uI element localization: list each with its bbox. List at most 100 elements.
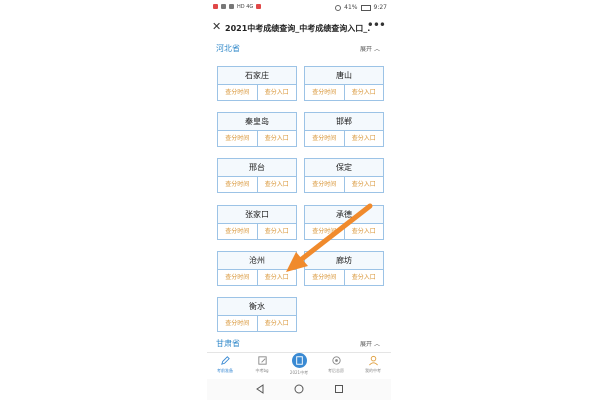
province-name: 甘肃省 — [216, 339, 240, 348]
more-options-icon[interactable]: ••• — [367, 18, 386, 32]
city-card: 邯郸 查分时间 查分入口 — [304, 112, 384, 147]
city-name: 沧州 — [218, 252, 296, 270]
card-actions: 查分时间 查分入口 — [218, 131, 296, 147]
score-time-link[interactable]: 查分时间 — [218, 224, 257, 240]
city-name: 邯郸 — [305, 113, 383, 131]
expand-label: 展开 — [360, 341, 373, 348]
battery-icon — [360, 4, 371, 11]
edit-icon — [257, 356, 267, 365]
city-card: 廊坊 查分时间 查分入口 — [304, 251, 384, 286]
nav-label: 考前准备 — [217, 368, 233, 373]
expand-label: 展开 — [360, 46, 373, 53]
nav-label: 考后志愿 — [328, 368, 344, 373]
nav-item-prep[interactable]: 考前准备 — [207, 355, 243, 374]
city-card: 张家口 查分时间 查分入口 — [217, 205, 297, 240]
city-card: 唐山 查分时间 查分入口 — [304, 66, 384, 101]
nav-item-mine[interactable]: 我的中考 — [355, 355, 391, 374]
status-bar: HD 4G 41% 9:27 — [207, 0, 391, 14]
city-card: 保定 查分时间 查分入口 — [304, 158, 384, 193]
city-card: 石家庄 查分时间 查分入口 — [217, 66, 297, 101]
nav-label: 中考bg — [255, 368, 269, 373]
card-actions: 查分时间 查分入口 — [305, 270, 383, 286]
score-time-link[interactable]: 查分时间 — [305, 224, 344, 240]
nav-label: 2021中考 — [289, 370, 309, 375]
card-actions: 查分时间 查分入口 — [218, 270, 296, 286]
city-name: 承德 — [305, 206, 383, 224]
back-icon[interactable] — [255, 384, 265, 394]
city-card: 衡水 查分时间 查分入口 — [217, 297, 297, 332]
alarm-icon — [335, 4, 342, 11]
city-name: 廊坊 — [305, 252, 383, 270]
person-icon — [368, 355, 378, 366]
score-entry-link[interactable]: 查分入口 — [256, 224, 297, 240]
clock: 9:27 — [373, 4, 387, 11]
page-title: 2021中考成绩查询_中考成绩查询入口_... — [225, 24, 370, 33]
score-entry-link[interactable]: 查分入口 — [343, 131, 384, 147]
title-bar: ✕ 2021中考成绩查询_中考成绩查询入口_... ••• — [207, 16, 391, 38]
gear-icon — [331, 356, 341, 365]
home-icon[interactable] — [294, 384, 304, 394]
card-actions: 查分时间 查分入口 — [305, 224, 383, 240]
score-entry-link[interactable]: 查分入口 — [256, 316, 297, 332]
score-time-link[interactable]: 查分时间 — [305, 177, 344, 193]
score-time-link[interactable]: 查分时间 — [218, 131, 257, 147]
signal-icon — [221, 4, 226, 9]
score-entry-link[interactable]: 查分入口 — [343, 224, 384, 240]
recents-icon[interactable] — [334, 384, 344, 394]
card-actions: 查分时间 查分入口 — [218, 85, 296, 101]
city-name: 唐山 — [305, 67, 383, 85]
card-actions: 查分时间 查分入口 — [305, 177, 383, 193]
status-left: HD 4G — [213, 4, 262, 10]
score-time-link[interactable]: 查分时间 — [305, 85, 344, 101]
app-notification-icon — [256, 4, 262, 9]
nav-item-2021[interactable]: 2021中考 — [281, 353, 317, 376]
city-name: 秦皇岛 — [218, 113, 296, 131]
score-entry-link[interactable]: 查分入口 — [343, 270, 384, 286]
city-name: 石家庄 — [218, 67, 296, 85]
expand-toggle[interactable]: 展开 ︿ — [360, 339, 380, 348]
battery-percent: 41% — [344, 4, 358, 11]
score-entry-link[interactable]: 查分入口 — [256, 85, 297, 101]
pencil-icon — [220, 356, 230, 365]
phone-screen: HD 4G 41% 9:27 ✕ 2021中考成绩查询_中考成绩查询入口_...… — [207, 0, 391, 400]
score-time-link[interactable]: 查分时间 — [218, 316, 257, 332]
card-actions: 查分时间 查分入口 — [218, 224, 296, 240]
nav-item-after[interactable]: 考后志愿 — [318, 355, 354, 374]
score-time-link[interactable]: 查分时间 — [218, 177, 257, 193]
city-name: 保定 — [305, 159, 383, 177]
score-time-link[interactable]: 查分时间 — [305, 131, 344, 147]
wifi-icon — [229, 4, 234, 9]
chevron-up-icon: ︿ — [373, 46, 380, 53]
status-right: 41% 9:27 — [335, 4, 387, 11]
system-nav-bar — [207, 379, 391, 400]
city-card: 承德 查分时间 查分入口 — [304, 205, 384, 240]
close-icon[interactable]: ✕ — [212, 20, 221, 33]
card-actions: 查分时间 查分入口 — [218, 316, 296, 332]
score-entry-link[interactable]: 查分入口 — [343, 85, 384, 101]
province-name: 河北省 — [216, 44, 240, 53]
card-actions: 查分时间 查分入口 — [218, 177, 296, 193]
card-actions: 查分时间 查分入口 — [305, 131, 383, 147]
chevron-up-icon: ︿ — [373, 341, 380, 348]
score-entry-link[interactable]: 查分入口 — [256, 131, 297, 147]
score-time-link[interactable]: 查分时间 — [218, 85, 257, 101]
province-header-gansu: 甘肃省 展开 ︿ — [216, 338, 386, 350]
score-entry-link[interactable]: 查分入口 — [256, 270, 297, 286]
score-entry-link[interactable]: 查分入口 — [256, 177, 297, 193]
city-name: 邢台 — [218, 159, 296, 177]
city-card: 沧州 查分时间 查分入口 — [217, 251, 297, 286]
bottom-nav: 考前准备 中考bg 2021中考 考后志愿 我的中考 — [207, 352, 391, 379]
province-header-hebei: 河北省 展开 ︿ — [216, 43, 386, 55]
score-time-link[interactable]: 查分时间 — [305, 270, 344, 286]
nav-label: 我的中考 — [365, 368, 381, 373]
city-card: 秦皇岛 查分时间 查分入口 — [217, 112, 297, 147]
score-entry-link[interactable]: 查分入口 — [343, 177, 384, 193]
score-time-link[interactable]: 查分时间 — [218, 270, 257, 286]
expand-toggle[interactable]: 展开 ︿ — [360, 44, 380, 53]
network-label: HD 4G — [237, 4, 254, 10]
document-icon — [291, 353, 307, 368]
nav-item-bg[interactable]: 中考bg — [244, 355, 280, 374]
notification-icon — [213, 4, 218, 9]
city-name: 张家口 — [218, 206, 296, 224]
city-name: 衡水 — [218, 298, 296, 316]
